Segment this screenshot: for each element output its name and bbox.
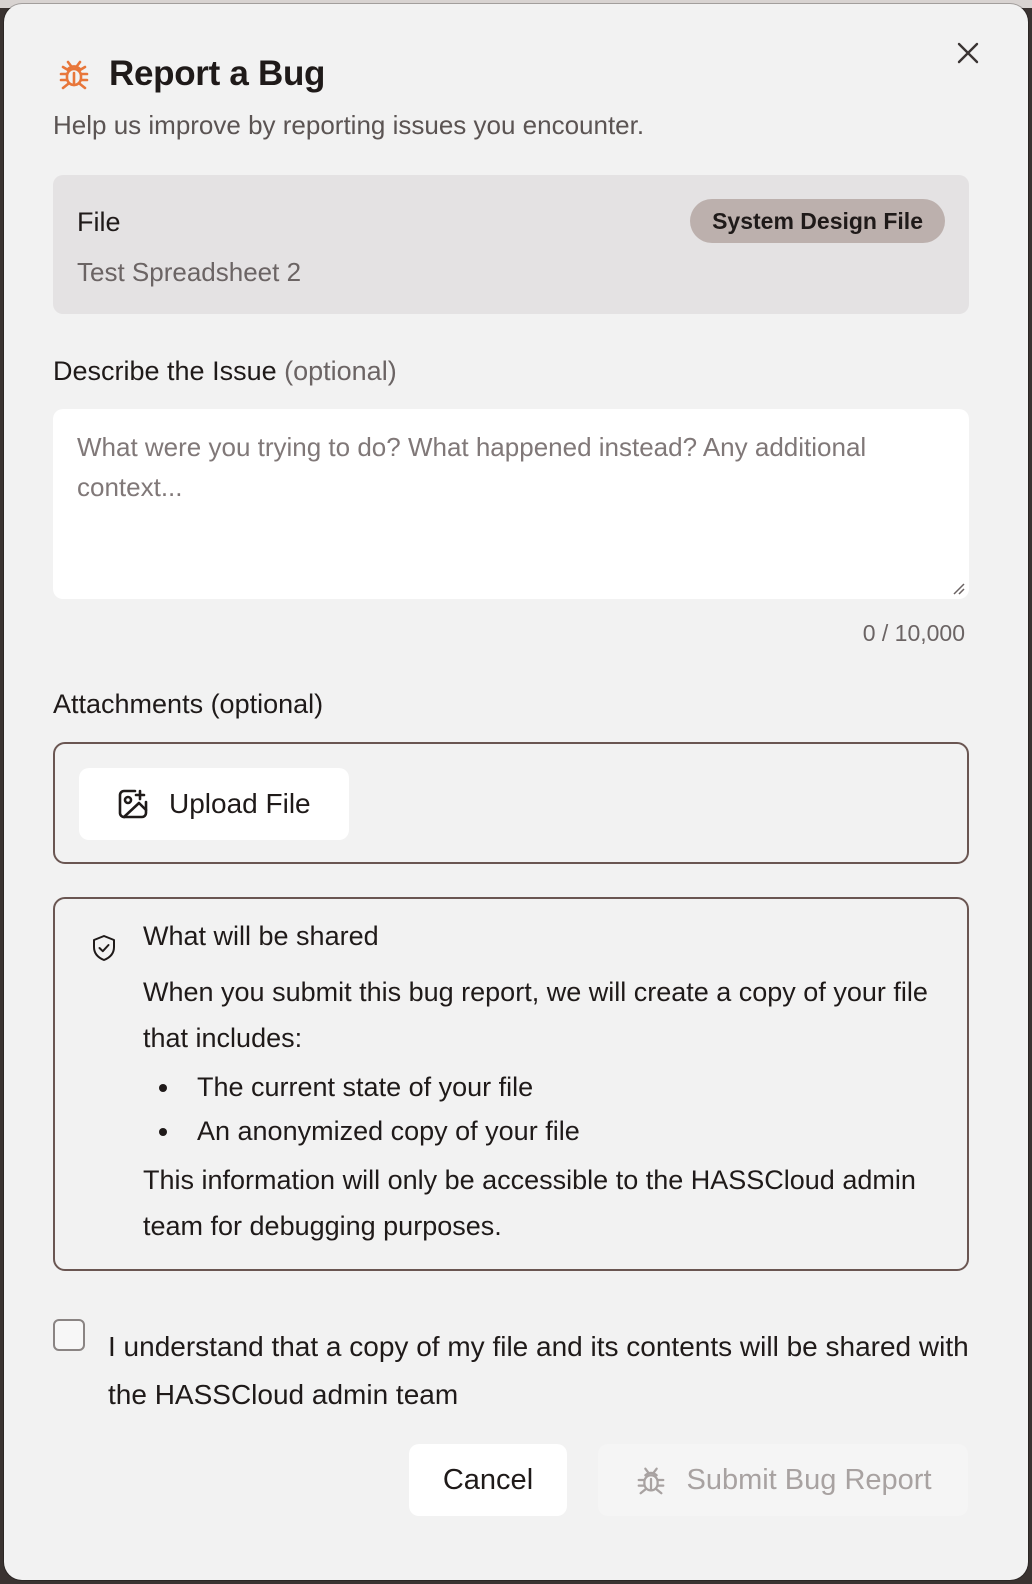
image-plus-icon	[118, 789, 148, 819]
list-item: The current state of your file	[143, 1065, 933, 1109]
dialog-header: Report a Bug	[55, 54, 325, 94]
report-bug-dialog: Report a Bug Help us improve by reportin…	[4, 4, 1028, 1580]
issue-description-textarea[interactable]: What were you trying to do? What happene…	[53, 409, 969, 599]
textarea-placeholder: What were you trying to do? What happene…	[77, 432, 867, 502]
upload-file-label: Upload File	[169, 788, 311, 819]
shared-info-box: What will be shared When you submit this…	[53, 897, 969, 1271]
file-type-badge: System Design File	[690, 199, 945, 243]
shared-info-note: This information will only be accessible…	[143, 1165, 916, 1241]
consent-label[interactable]: I understand that a copy of my file and …	[108, 1323, 988, 1419]
shared-items-list: The current state of your file An anonym…	[143, 1065, 933, 1153]
file-info-card: File Test Spreadsheet 2 System Design Fi…	[53, 175, 969, 314]
bug-icon	[638, 1467, 665, 1495]
bug-icon	[55, 55, 93, 93]
describe-label: Describe the Issue (optional)	[53, 356, 397, 387]
file-label: File	[77, 207, 121, 237]
shared-info-body: When you submit this bug report, we will…	[143, 969, 933, 1249]
shared-info-title: What will be shared	[143, 921, 379, 951]
upload-file-button[interactable]: Upload File	[79, 768, 349, 840]
close-button[interactable]	[951, 36, 985, 70]
list-item: An anonymized copy of your file	[143, 1109, 933, 1153]
character-count: 0 / 10,000	[862, 620, 965, 646]
submit-label: Submit Bug Report	[686, 1463, 932, 1496]
attachments-label: Attachments (optional)	[53, 689, 324, 719]
dialog-subtitle: Help us improve by reporting issues you …	[53, 110, 645, 140]
close-icon	[957, 42, 979, 64]
file-name: Test Spreadsheet 2	[77, 257, 302, 287]
submit-bug-report-button[interactable]: Submit Bug Report	[598, 1444, 968, 1516]
shared-info-intro: When you submit this bug report, we will…	[143, 977, 928, 1053]
attachments-dropzone[interactable]: Upload File	[53, 742, 969, 864]
consent-checkbox[interactable]	[53, 1319, 85, 1351]
resize-grip-icon[interactable]	[951, 581, 965, 595]
cancel-button[interactable]: Cancel	[409, 1444, 567, 1516]
describe-label-text: Describe the Issue	[53, 356, 277, 386]
describe-optional-text: (optional)	[284, 356, 397, 386]
shield-check-icon	[93, 935, 115, 961]
dialog-title: Report a Bug	[109, 54, 326, 93]
